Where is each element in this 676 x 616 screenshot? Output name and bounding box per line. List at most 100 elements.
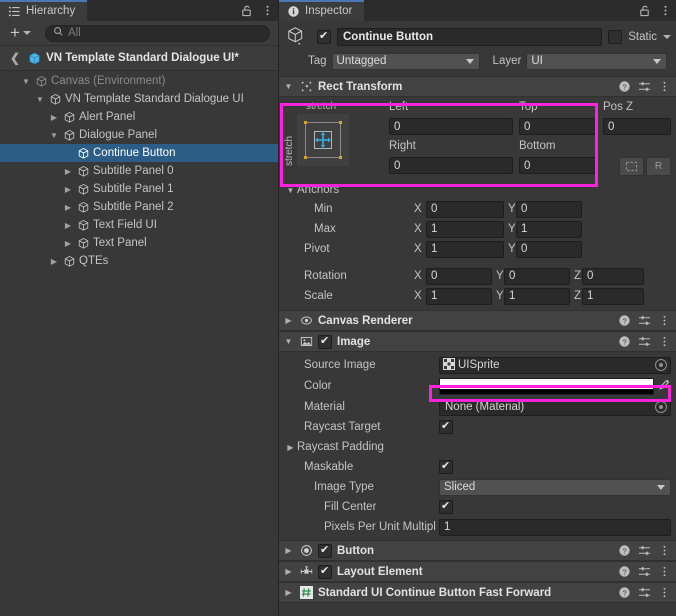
search-input[interactable]: All [44, 24, 270, 42]
foldout-arrow-right-icon[interactable]: ▶ [48, 113, 60, 122]
bottom-field[interactable]: 0 [519, 157, 597, 174]
image-type-dropdown[interactable]: Sliced [439, 478, 671, 496]
raw-edit-button[interactable]: R [646, 157, 671, 176]
rotation-z-field[interactable]: 0 [582, 267, 644, 285]
foldout-arrow-down-icon[interactable]: ▼ [34, 95, 46, 104]
kebab-menu-icon[interactable] [658, 80, 671, 93]
gameobject-cube-icon[interactable] [284, 26, 311, 48]
help-icon[interactable]: ? [618, 314, 631, 327]
object-name-field[interactable]: Continue Button [337, 28, 603, 46]
preset-slider-icon[interactable] [638, 335, 651, 348]
anchors-min-x-field[interactable]: 0 [426, 200, 504, 218]
tab-hierarchy[interactable]: Hierarchy [0, 0, 88, 21]
help-icon[interactable]: ? [618, 80, 631, 93]
kebab-menu-icon[interactable] [658, 544, 671, 557]
kebab-menu-icon[interactable] [658, 565, 671, 578]
preset-slider-icon[interactable] [638, 586, 651, 599]
component-header-rect-transform[interactable]: ▼ Rect Transform ? [279, 76, 676, 97]
preset-slider-icon[interactable] [638, 314, 651, 327]
tag-dropdown[interactable]: Untagged [331, 52, 480, 70]
fill-center-checkbox[interactable] [439, 499, 453, 514]
pivot-x-field[interactable]: 1 [426, 240, 504, 258]
color-swatch[interactable] [439, 377, 654, 395]
raycast-target-checkbox[interactable] [439, 419, 453, 434]
foldout-arrow-right-icon[interactable]: ▶ [62, 239, 74, 248]
foldout-arrow-down-icon[interactable]: ▼ [282, 82, 295, 91]
foldout-arrow-right-icon[interactable]: ▶ [282, 588, 295, 597]
left-field[interactable]: 0 [389, 118, 513, 135]
hierarchy-item-qtes[interactable]: ▶ QTEs [0, 252, 278, 270]
hierarchy-item-text-field-ui[interactable]: ▶ Text Field UI [0, 216, 278, 234]
static-dropdown-chevron-down-icon[interactable] [663, 35, 671, 39]
hierarchy-item-subtitle-panel-0[interactable]: ▶ Subtitle Panel 0 [0, 162, 278, 180]
help-icon[interactable]: ? [618, 335, 631, 348]
lock-open-icon[interactable] [240, 4, 253, 17]
foldout-arrow-right-icon[interactable]: ▶ [282, 546, 295, 555]
scale-z-field[interactable]: 1 [582, 287, 644, 305]
hierarchy-item-alert-panel[interactable]: ▶ Alert Panel [0, 108, 278, 126]
object-picker-icon[interactable] [655, 359, 667, 371]
right-field[interactable]: 0 [389, 157, 513, 174]
kebab-menu-icon[interactable] [658, 586, 671, 599]
image-enabled-checkbox[interactable] [318, 334, 332, 349]
anchors-foldout-arrow-down-icon[interactable]: ▼ [284, 186, 297, 195]
pivot-y-field[interactable]: 0 [516, 240, 582, 258]
component-header-canvas-renderer[interactable]: ▶ Canvas Renderer ? [279, 310, 676, 331]
hierarchy-scene-root[interactable]: ❮ VN Template Standard Dialogue UI* [0, 46, 278, 71]
source-image-field[interactable]: UISprite [439, 356, 671, 374]
component-header-standard-ui-continue-button-fast-forward[interactable]: ▶ Standard UI Continue Button Fast Forwa… [279, 582, 676, 603]
tab-inspector[interactable]: Inspector [279, 0, 365, 21]
help-icon[interactable]: ? [618, 544, 631, 557]
scale-y-field[interactable]: 1 [504, 287, 570, 305]
help-icon[interactable]: ? [618, 586, 631, 599]
anchors-min-y-field[interactable]: 0 [516, 200, 582, 218]
layer-dropdown[interactable]: UI [526, 52, 668, 70]
top-field[interactable]: 0 [519, 118, 597, 135]
anchor-preset-widget[interactable] [297, 114, 349, 166]
scale-x-field[interactable]: 1 [426, 287, 492, 305]
foldout-arrow-right-icon[interactable]: ▶ [62, 221, 74, 230]
lock-open-icon[interactable] [638, 4, 651, 17]
eyedropper-icon[interactable] [658, 378, 671, 394]
hierarchy-item-subtitle-panel-1[interactable]: ▶ Subtitle Panel 1 [0, 180, 278, 198]
kebab-menu-icon[interactable] [658, 335, 671, 348]
object-picker-icon[interactable] [655, 401, 667, 413]
foldout-arrow-right-icon[interactable]: ▶ [282, 567, 295, 576]
foldout-arrow-right-icon[interactable]: ▶ [282, 316, 295, 325]
foldout-arrow-right-icon[interactable]: ▶ [62, 203, 74, 212]
foldout-arrow-down-icon[interactable]: ▼ [48, 131, 60, 140]
preset-slider-icon[interactable] [638, 80, 651, 93]
layout-element-enabled-checkbox[interactable] [318, 564, 332, 579]
button-enabled-checkbox[interactable] [318, 543, 332, 558]
component-header-layout-element[interactable]: ▶ Layout Element ? [279, 561, 676, 582]
static-checkbox[interactable] [608, 30, 623, 44]
foldout-arrow-right-icon[interactable]: ▶ [62, 167, 74, 176]
help-icon[interactable]: ? [618, 565, 631, 578]
kebab-menu-icon[interactable] [261, 4, 274, 17]
hierarchy-item-canvas-environment[interactable]: ▼ Canvas (Environment) [0, 72, 278, 90]
component-header-image[interactable]: ▼ Image ? [279, 331, 676, 352]
hierarchy-item-subtitle-panel-2[interactable]: ▶ Subtitle Panel 2 [0, 198, 278, 216]
chevron-left-icon[interactable]: ❮ [7, 51, 23, 65]
hierarchy-item-dialogue-panel[interactable]: ▼ Dialogue Panel [0, 126, 278, 144]
preset-slider-icon[interactable] [638, 565, 651, 578]
create-object-button[interactable]: + [6, 24, 35, 41]
material-field[interactable]: None (Material) [439, 398, 671, 416]
kebab-menu-icon[interactable] [659, 4, 672, 17]
anchors-max-x-field[interactable]: 1 [426, 220, 504, 238]
hierarchy-tree[interactable]: ▼ Canvas (Environment) ▼ VN Template Standa… [0, 71, 278, 270]
hierarchy-item-continue-button[interactable]: ▶ Continue Button [0, 144, 278, 162]
foldout-arrow-down-icon[interactable]: ▼ [282, 337, 295, 346]
foldout-arrow-down-icon[interactable]: ▼ [20, 77, 32, 86]
rotation-x-field[interactable]: 0 [426, 267, 492, 285]
hierarchy-item-vn-template-standard-dialogue-ui[interactable]: ▼ VN Template Standard Dialogue UI [0, 90, 278, 108]
raycast-padding-foldout-arrow-right-icon[interactable]: ▶ [284, 443, 297, 452]
foldout-arrow-right-icon[interactable]: ▶ [62, 185, 74, 194]
rotation-y-field[interactable]: 0 [504, 267, 570, 285]
foldout-arrow-right-icon[interactable]: ▶ [48, 257, 60, 266]
object-enabled-checkbox[interactable] [317, 29, 331, 44]
hierarchy-item-text-panel[interactable]: ▶ Text Panel [0, 234, 278, 252]
pixels-per-unit-field[interactable]: 1 [439, 518, 671, 536]
preset-slider-icon[interactable] [638, 544, 651, 557]
maskable-checkbox[interactable] [439, 459, 453, 474]
